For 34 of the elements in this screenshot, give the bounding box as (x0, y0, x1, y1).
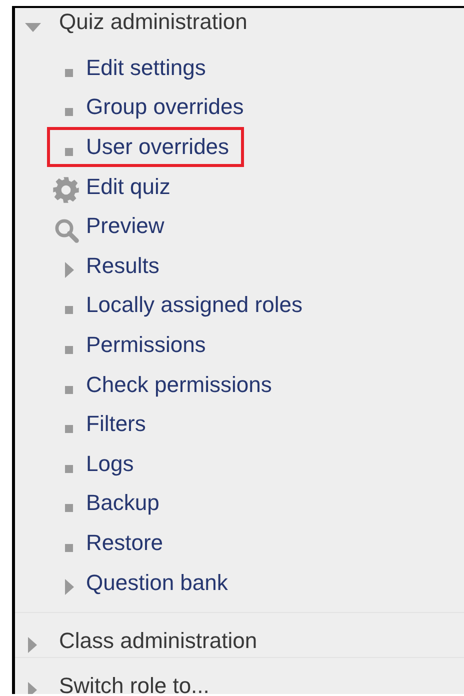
menu-link[interactable]: User overrides (86, 134, 230, 160)
collapsed-arrow-icon[interactable] (64, 262, 74, 278)
bullet-icon (65, 504, 73, 512)
bullet-icon (65, 425, 73, 434)
bullet-icon (65, 386, 73, 394)
collapsed-arrow-icon[interactable] (64, 578, 74, 595)
section-link[interactable]: Class administration (59, 627, 258, 656)
collapsed-arrow-icon[interactable] (28, 682, 37, 694)
bullet-icon (65, 68, 73, 77)
menu-link[interactable]: Backup (86, 490, 160, 516)
menu-link[interactable]: Results (86, 252, 160, 279)
bullet-icon (65, 346, 73, 354)
menu-link[interactable]: Group overrides (86, 94, 244, 120)
menu-link[interactable]: Permissions (86, 332, 206, 358)
menu-link[interactable]: Filters (86, 411, 146, 438)
collapsed-arrow-icon[interactable] (28, 637, 37, 654)
menu-link[interactable]: Restore (86, 530, 164, 556)
expanded-arrow-icon[interactable] (25, 22, 41, 32)
bullet-icon (65, 148, 73, 156)
menu-link[interactable]: Check permissions (86, 372, 272, 398)
menu-link[interactable]: Edit settings (86, 54, 206, 81)
gear-icon (52, 176, 80, 204)
menu-link[interactable]: Locally assigned roles (86, 292, 302, 318)
menu-link[interactable]: Edit quiz (86, 174, 170, 200)
bullet-icon (65, 464, 73, 473)
bullet-icon (65, 108, 73, 116)
menu-link[interactable]: Question bank (86, 570, 228, 596)
bullet-icon (65, 544, 73, 552)
menu-link[interactable]: Logs (86, 450, 134, 477)
search-icon (52, 216, 80, 244)
section-link[interactable]: Quiz administration (59, 8, 248, 36)
bullet-icon (65, 306, 73, 314)
menu-link[interactable]: Preview (86, 213, 164, 240)
section-link[interactable]: Switch role to... (59, 672, 210, 694)
